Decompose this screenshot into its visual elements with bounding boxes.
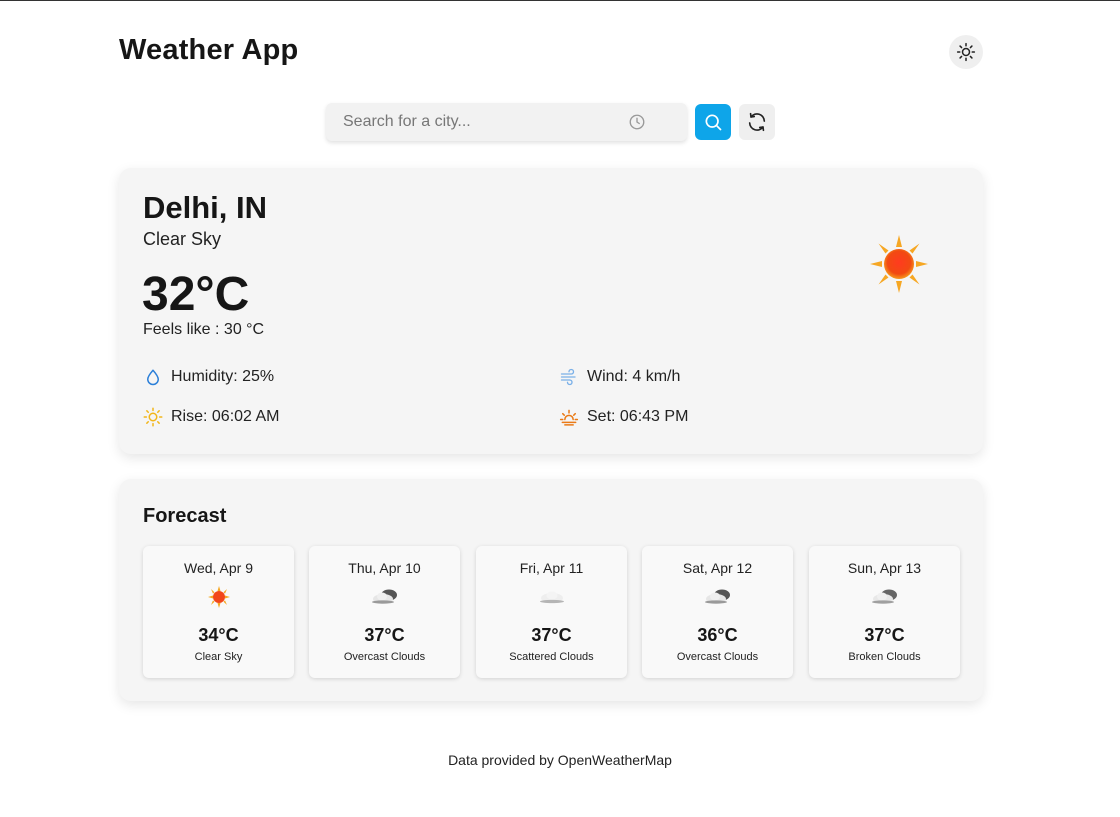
sunrise-label: Rise: 06:02 AM [171,408,280,425]
forecast-temp: 36°C [697,625,738,645]
history-icon[interactable] [628,113,646,131]
forecast-day: Sun, Apr 13 37°C Broken Clouds [809,546,960,678]
app-title: Weather App [119,34,299,66]
sunset-label: Set: 06:43 PM [587,408,689,425]
refresh-button[interactable] [739,104,775,140]
header: Weather App [119,34,983,70]
forecast-day: Wed, Apr 9 34°C Clear Sky [143,546,294,678]
overcast-clouds-icon [705,589,730,604]
sunrise-detail: Rise: 06:02 AM [143,407,280,427]
forecast-date: Thu, Apr 10 [348,560,421,576]
sunset-icon [559,407,579,427]
sunset-detail: Set: 06:43 PM [559,407,688,427]
overcast-clouds-icon [372,589,397,604]
wind-detail: Wind: 4 km/h [559,367,680,387]
refresh-icon [748,112,766,132]
footer-attribution: Data provided by OpenWeatherMap [448,752,672,768]
forecast-day: Fri, Apr 11 37°C Scattered Clouds [476,546,627,678]
forecast-day: Thu, Apr 10 37°C Overcast Clouds [309,546,460,678]
current-temperature: 32°C [142,268,250,321]
forecast-description: Clear Sky [194,651,243,663]
forecast-title: Forecast [143,505,227,527]
forecast-date: Sun, Apr 13 [847,560,922,576]
wind-label: Wind: 4 km/h [587,368,681,385]
forecast-temp: 34°C [198,625,239,645]
sunrise-icon [143,407,163,427]
broken-clouds-icon [872,589,897,604]
forecast-description: Scattered Clouds [509,651,594,663]
search-box [326,103,687,141]
sun-icon [208,586,230,608]
sun-icon [870,235,928,293]
sun-theme-icon [956,42,976,62]
forecast-description: Overcast Clouds [676,651,759,663]
feels-like: Feels like : 30 °C [143,321,265,338]
wind-icon [559,367,579,387]
weather-condition: Clear Sky [143,229,222,249]
forecast-temp: 37°C [531,625,572,645]
droplet-icon [143,367,163,387]
forecast-date: Wed, Apr 9 [183,560,253,576]
forecast-date: Sat, Apr 12 [682,560,753,576]
forecast-description: Broken Clouds [848,651,921,663]
humidity-detail: Humidity: 25% [143,367,274,387]
theme-toggle-button[interactable] [949,35,983,69]
forecast-description: Overcast Clouds [343,651,426,663]
humidity-label: Humidity: 25% [171,368,275,385]
search-button[interactable] [695,104,731,140]
forecast-card: Forecast Wed, Apr 9 34°C Clear Sky Thu, … [119,479,983,701]
forecast-date: Fri, Apr 11 [519,560,584,576]
scattered-clouds-icon [540,591,564,604]
forecast-temp: 37°C [864,625,905,645]
search-input[interactable] [326,103,616,141]
search-icon [705,114,722,131]
search-row [326,103,776,141]
city-name: Delhi, IN [143,190,268,225]
forecast-temp: 37°C [364,625,405,645]
forecast-day: Sat, Apr 12 36°C Overcast Clouds [642,546,793,678]
current-weather-card: Delhi, IN Clear Sky 32°C Feels like : 30… [119,168,983,454]
